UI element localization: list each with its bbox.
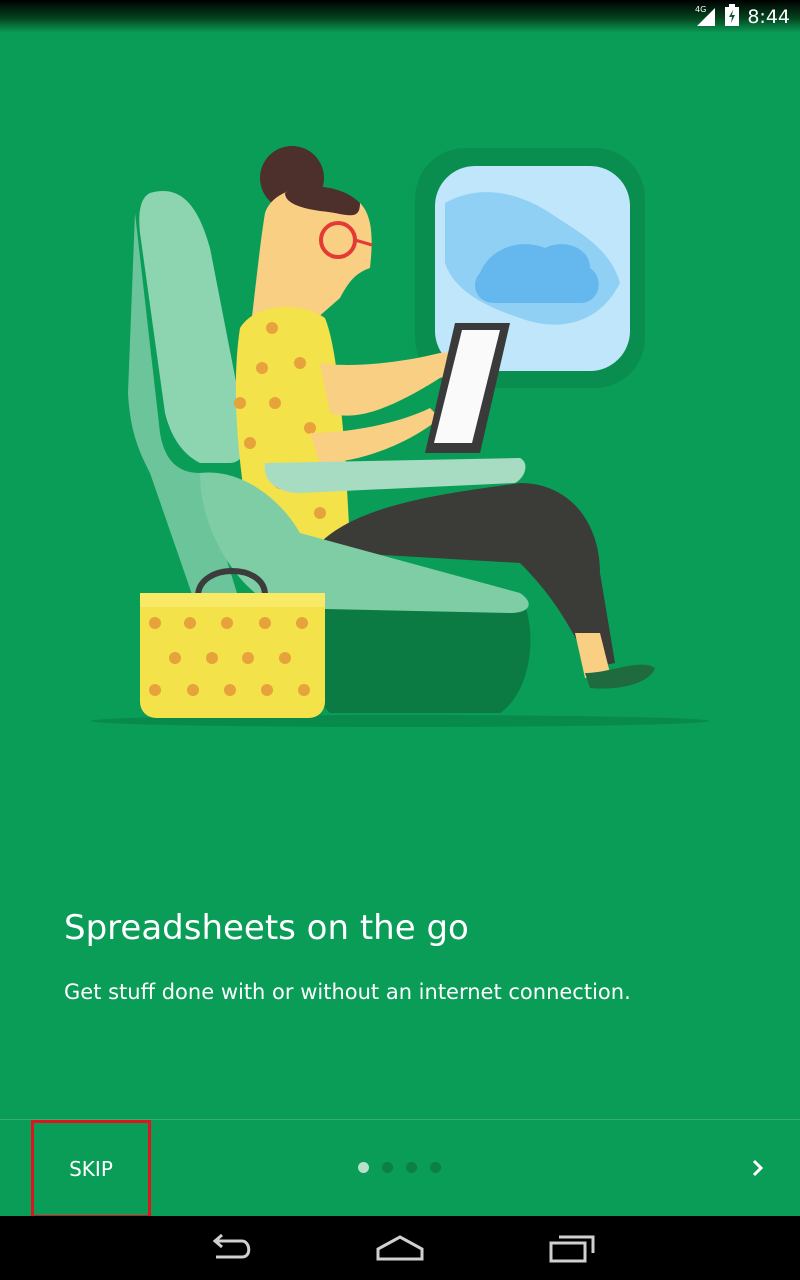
onboarding-subtitle: Get stuff done with or without an intern… (64, 980, 631, 1004)
network-label: 4G (695, 5, 706, 14)
page-indicator (358, 1162, 441, 1173)
page-dot-3 (406, 1162, 417, 1173)
status-time: 8:44 (747, 5, 790, 28)
home-button[interactable] (355, 1226, 445, 1270)
bottom-bar: SKIP (0, 1120, 800, 1218)
page-dot-4 (430, 1162, 441, 1173)
status-icons: 4G 8:44 (695, 3, 790, 30)
page-dot-2 (382, 1162, 393, 1173)
woman-on-airplane-illustration (0, 33, 800, 793)
next-button[interactable] (730, 1142, 786, 1194)
system-nav-bar (0, 1216, 800, 1280)
recents-button[interactable] (527, 1226, 617, 1270)
skip-button[interactable]: SKIP (31, 1120, 151, 1218)
battery-icon (725, 3, 740, 30)
back-button[interactable] (185, 1226, 275, 1270)
onboarding-title: Spreadsheets on the go (64, 908, 469, 948)
signal-icon: 4G (695, 4, 717, 30)
chevron-right-icon (752, 1159, 764, 1177)
status-bar: 4G 8:44 (0, 0, 800, 33)
home-icon (376, 1235, 424, 1261)
page-dot-1 (358, 1162, 369, 1173)
recents-icon (549, 1235, 595, 1263)
back-icon (212, 1233, 251, 1259)
